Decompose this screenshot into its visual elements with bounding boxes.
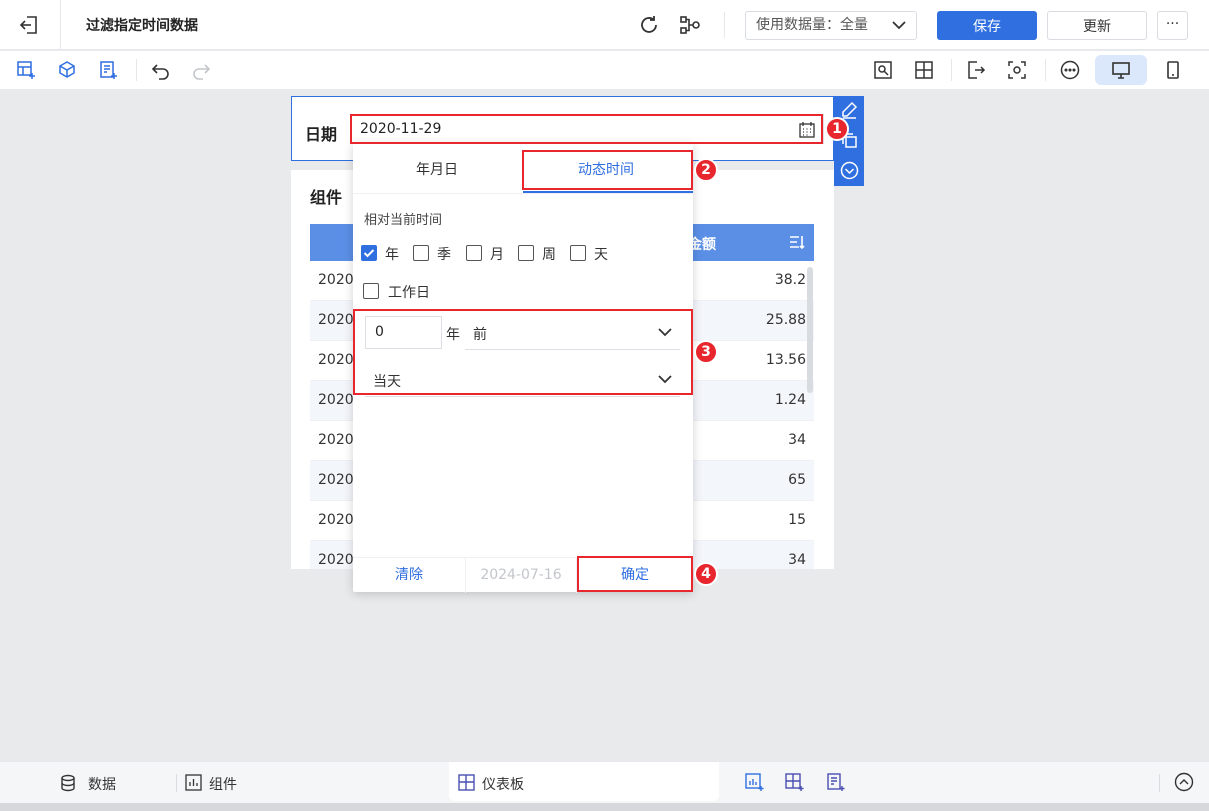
- divider: [136, 59, 137, 81]
- add-component-icon[interactable]: [15, 59, 37, 81]
- dashboard-tab[interactable]: 仪表板: [449, 762, 719, 801]
- checkbox-label: 季: [437, 247, 451, 263]
- undo-icon[interactable]: [150, 59, 172, 81]
- bottom-bar: 数据 组件 仪表板: [0, 761, 1209, 803]
- divider: [60, 0, 61, 50]
- day-checkbox[interactable]: [570, 245, 586, 261]
- amount-cell: 34: [788, 552, 806, 568]
- workday-label: 工作日: [388, 285, 430, 301]
- refresh-icon[interactable]: [637, 13, 661, 37]
- month-checkbox[interactable]: [466, 245, 482, 261]
- amount-cell: 25.88: [765, 312, 806, 328]
- annotation-box: [353, 309, 693, 395]
- preview-icon[interactable]: [872, 59, 894, 81]
- today-date: 2024-07-16: [466, 558, 577, 593]
- desktop-icon[interactable]: [1110, 59, 1132, 81]
- add-layout-icon[interactable]: [785, 772, 805, 792]
- amount-cell: 1.24: [774, 392, 806, 408]
- amount-cell: 38.2: [774, 272, 806, 288]
- checkbox-label: 月: [490, 247, 504, 263]
- layout-icon[interactable]: [913, 59, 935, 81]
- checkbox-label: 年: [385, 247, 399, 263]
- filter-label: 日期: [305, 125, 338, 144]
- annotation-marker: 3: [694, 340, 718, 364]
- data-tab[interactable]: 数据: [60, 774, 130, 794]
- dashboard-tab-label: 仪表板: [482, 777, 524, 793]
- divider: [353, 193, 693, 194]
- more-options-icon[interactable]: [1059, 59, 1081, 81]
- dashboard-tab-content: 仪表板: [458, 774, 548, 794]
- annotation-marker: 1: [825, 117, 849, 141]
- redo-icon[interactable]: [190, 59, 212, 81]
- export-icon[interactable]: [965, 59, 987, 81]
- tab-year-month-day[interactable]: 年月日: [416, 159, 458, 179]
- component-title: 组件: [310, 188, 343, 207]
- clear-button[interactable]: 清除: [353, 558, 466, 593]
- amount-cell: 13.56: [765, 352, 806, 368]
- add-report-icon[interactable]: [826, 772, 846, 792]
- amount-cell: 34: [788, 432, 806, 448]
- update-button[interactable]: 更新: [1047, 11, 1147, 40]
- annotation-marker: 2: [694, 158, 718, 182]
- relative-time-label: 相对当前时间: [364, 213, 443, 228]
- add-text-icon[interactable]: [97, 59, 119, 81]
- annotation-marker: 4: [694, 562, 718, 586]
- week-checkbox[interactable]: [518, 245, 534, 261]
- quarter-checkbox[interactable]: [413, 245, 429, 261]
- divider: [951, 59, 952, 81]
- sort-icon[interactable]: [788, 233, 806, 251]
- component-tab[interactable]: 组件: [185, 774, 255, 794]
- workday-checkbox[interactable]: [363, 283, 379, 299]
- dashboard-icon: [458, 774, 475, 791]
- mobile-icon[interactable]: [1162, 59, 1184, 81]
- bottom-strip: [0, 803, 1209, 811]
- toolbar: [0, 51, 1209, 89]
- chart-icon: [185, 774, 202, 791]
- table-scrollbar[interactable]: [807, 267, 813, 393]
- chevron-down-icon: [892, 21, 906, 30]
- divider: [1045, 59, 1046, 81]
- data-usage-select[interactable]: 使用数据量：全量: [745, 11, 917, 40]
- component-side-toolbar: [834, 96, 864, 186]
- annotation-box: [577, 556, 693, 592]
- checkbox-label: 天: [594, 247, 608, 263]
- check-icon: [363, 249, 375, 258]
- page-title: 过滤指定时间数据: [86, 18, 198, 34]
- add-cube-icon[interactable]: [56, 59, 78, 81]
- more-button[interactable]: ···: [1157, 11, 1188, 40]
- divider: [176, 774, 177, 792]
- save-button[interactable]: 保存: [937, 11, 1037, 40]
- screen-capture-icon[interactable]: [1006, 59, 1028, 81]
- amount-cell: 65: [788, 472, 806, 488]
- annotation-box: [350, 114, 823, 144]
- data-tab-label: 数据: [88, 777, 116, 793]
- exit-icon[interactable]: [18, 14, 40, 36]
- chevron-down-circle-icon[interactable]: [840, 161, 859, 180]
- component-tab-label: 组件: [209, 777, 237, 793]
- annotation-box: [522, 150, 693, 190]
- edit-icon[interactable]: [840, 100, 859, 119]
- top-bar: 过滤指定时间数据 使用数据量：全量 保存 更新 ···: [0, 0, 1209, 50]
- data-usage-label: 使用数据量：全量: [756, 17, 868, 33]
- relation-icon[interactable]: [678, 13, 702, 37]
- divider: [724, 12, 725, 38]
- add-chart-icon[interactable]: [745, 772, 765, 792]
- database-icon: [61, 774, 75, 792]
- collapse-up-icon[interactable]: [1174, 772, 1194, 792]
- divider: [1159, 774, 1160, 792]
- checkbox-label: 周: [542, 247, 556, 263]
- amount-cell: 15: [788, 512, 806, 528]
- year-checkbox[interactable]: [361, 245, 377, 261]
